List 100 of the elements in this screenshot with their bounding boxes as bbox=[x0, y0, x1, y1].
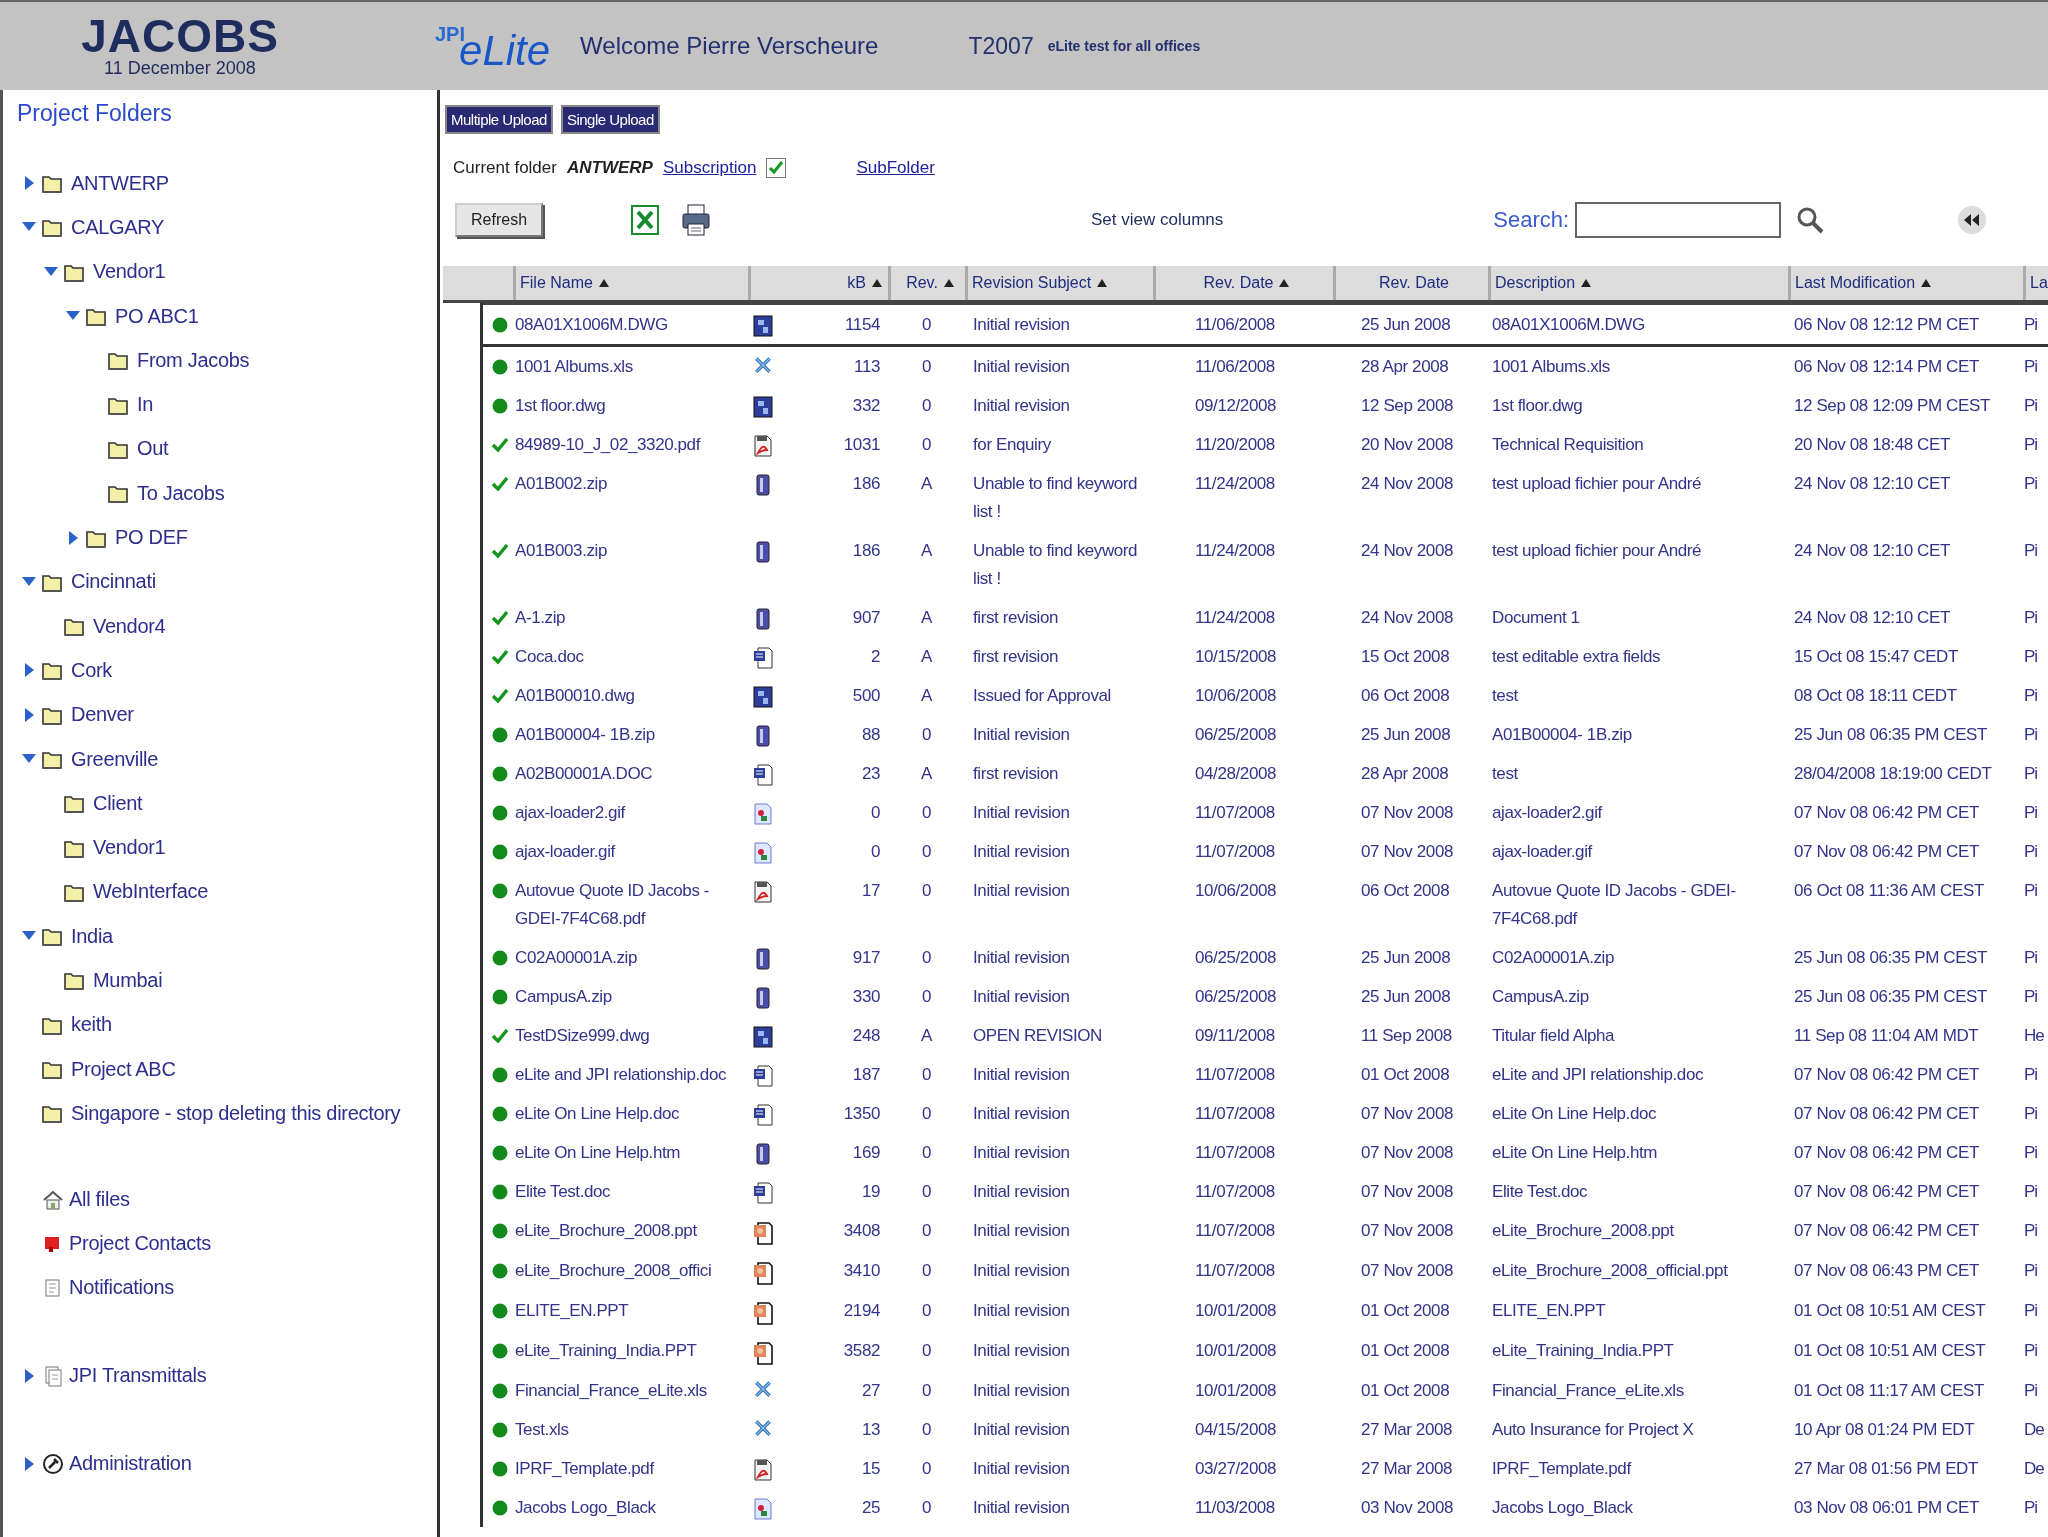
search-field[interactable] bbox=[1575, 202, 1782, 238]
table-row[interactable]: Jacobs Logo_Black 25 0 Initial revision 11/03/2008 03 Nov 2008 Jacobs Logo_Black 03 Nov 08 06:01 PM CET Pi bbox=[483, 1488, 2048, 1527]
table-row[interactable]: eLite_Training_India.PPT 3582 0 Initial revision 10/01/2008 01 Oct 2008 eLite_Training_India.PPT 01 Oct 08 10:51 AM CEST Pi bbox=[483, 1331, 2048, 1371]
sidebar-link[interactable]: All files bbox=[69, 1188, 130, 1212]
subfolder-link[interactable]: SubFolder bbox=[856, 158, 935, 178]
folder-label[interactable]: Greenville bbox=[71, 747, 159, 771]
folder-label[interactable]: Cincinnati bbox=[71, 570, 156, 594]
file-name[interactable]: Test.xls bbox=[513, 1416, 748, 1444]
table-row[interactable]: A01B00010.dwg 500 A Issued for Approval 10/06/2008 06 Oct 2008 test 08 Oct 08 18:11 CEDT Pi bbox=[483, 676, 2048, 715]
file-name[interactable]: eLite On Line Help.doc bbox=[513, 1100, 748, 1128]
file-name[interactable]: eLite_Brochure_2008_offici bbox=[513, 1257, 748, 1285]
folder-label[interactable]: PO DEF bbox=[115, 526, 188, 549]
folder-label[interactable]: keith bbox=[71, 1013, 112, 1037]
subscription-checkbox[interactable] bbox=[766, 158, 787, 178]
file-name[interactable]: Coca.doc bbox=[513, 643, 748, 671]
table-row[interactable]: CampusA.zip 330 0 Initial revision 06/25/2008 25 Jun 2008 CampusA.zip 25 Jun 08 06:35 PM CEST Pi bbox=[483, 977, 2048, 1016]
table-row[interactable]: Coca.doc 2 A first revision 10/15/2008 15 Oct 2008 test editable extra fields 15 Oct 08 15:47 CEDT Pi bbox=[483, 637, 2048, 676]
file-name[interactable]: eLite_Brochure_2008.ppt bbox=[513, 1217, 748, 1245]
set-view-columns-link[interactable]: Set view columns bbox=[1091, 210, 1224, 230]
file-name[interactable]: Autovue Quote ID Jacobs - GDEI-7F4C68.pdf bbox=[513, 877, 748, 933]
sidebar-link[interactable]: Administration bbox=[69, 1452, 192, 1476]
upload-button[interactable]: Multiple Upload bbox=[445, 105, 553, 134]
column-header[interactable]: Rev. Date bbox=[1379, 274, 1449, 292]
sort-arrow-icon[interactable] bbox=[1097, 279, 1108, 287]
file-name[interactable]: eLite and JPI relationship.doc bbox=[513, 1061, 748, 1089]
file-name[interactable]: IPRF_Template.pdf bbox=[513, 1455, 748, 1483]
file-name[interactable]: 08A01X1006M.DWG bbox=[513, 311, 748, 339]
file-name[interactable]: ajax-loader2.gif bbox=[513, 799, 748, 827]
table-row[interactable]: eLite and JPI relationship.doc 187 0 Initial revision 11/07/2008 01 Oct 2008 eLite and JPI relationship.doc 07 Nov 08 06:42 PM CET Pi bbox=[483, 1055, 2048, 1094]
folder-label[interactable]: WebInterface bbox=[93, 880, 208, 904]
file-name[interactable]: 84989-10_J_02_3320.pdf bbox=[513, 431, 748, 459]
file-name[interactable]: A01B003.zip bbox=[513, 537, 748, 565]
folder-label[interactable]: Mumbai bbox=[93, 969, 163, 992]
folder-label[interactable]: CALGARY bbox=[71, 215, 165, 239]
sort-arrow-icon[interactable] bbox=[1581, 279, 1592, 287]
file-name[interactable]: ELITE_EN.PPT bbox=[513, 1297, 748, 1325]
file-name[interactable]: Elite Test.doc bbox=[513, 1178, 748, 1206]
table-row[interactable]: 1st floor.dwg 332 0 Initial revision 09/12/2008 12 Sep 2008 1st floor.dwg 12 Sep 08 12:09 PM CEST Pi bbox=[483, 386, 2048, 425]
file-name[interactable]: A01B002.zip bbox=[513, 470, 748, 498]
table-row[interactable]: eLite_Brochure_2008_offici 3410 0 Initial revision 11/07/2008 07 Nov 2008 eLite_Brochure_2008_official.ppt 07 Nov 08 06:43 PM CET Pi bbox=[483, 1251, 2048, 1291]
sidebar-link[interactable]: Notifications bbox=[69, 1276, 175, 1300]
column-header[interactable]: Rev. Date bbox=[1203, 274, 1274, 292]
table-row[interactable]: 08A01X1006M.DWG 1154 0 Initial revision 11/06/2008 25 Jun 2008 08A01X1006M.DWG 06 Nov 08 12:12 PM CET Pi bbox=[483, 303, 2048, 347]
folder-label[interactable]: Out bbox=[137, 437, 169, 461]
search-icon[interactable] bbox=[1795, 205, 1826, 235]
refresh-button[interactable]: Refresh bbox=[455, 203, 544, 237]
table-row[interactable]: ajax-loader.gif 0 0 Initial revision 11/07/2008 07 Nov 2008 ajax-loader.gif 07 Nov 08 06:42 PM CET Pi bbox=[483, 832, 2048, 871]
table-row[interactable]: A-1.zip 907 A first revision 11/24/2008 24 Nov 2008 Document 1 24 Nov 08 12:10 CET Pi bbox=[483, 598, 2048, 637]
table-row[interactable]: A02B00001A.DOC 23 A first revision 04/28/2008 28 Apr 2008 test 28/04/2008 18:19:00 CEDT Pi bbox=[483, 754, 2048, 793]
sidebar-link[interactable]: JPI Transmittals bbox=[69, 1364, 207, 1388]
sort-arrow-icon[interactable] bbox=[598, 279, 609, 287]
file-name[interactable]: A01B00004- 1B.zip bbox=[513, 721, 748, 749]
table-row[interactable]: Elite Test.doc 19 0 Initial revision 11/07/2008 07 Nov 2008 Elite Test.doc 07 Nov 08 06:42 PM CET Pi bbox=[483, 1172, 2048, 1211]
folder-label[interactable]: Vendor1 bbox=[93, 836, 166, 860]
folder-label[interactable]: Cork bbox=[71, 658, 113, 682]
table-row[interactable]: Financial_France_eLite.xls 27 0 Initial revision 10/01/2008 01 Oct 2008 Financial_France_eLite.xls 01 Oct 08 11:17 AM CEST Pi bbox=[483, 1371, 2048, 1410]
table-row[interactable]: Test.xls 13 0 Initial revision 04/15/2008 27 Mar 2008 Auto Insurance for Project X 10 Apr 08 01:24 PM EDT De bbox=[483, 1410, 2048, 1449]
file-name[interactable]: 1st floor.dwg bbox=[513, 392, 748, 420]
spreadsheet-export-icon[interactable] bbox=[631, 205, 660, 235]
folder-label[interactable]: Singapore - stop deleting this directory bbox=[71, 1101, 401, 1125]
folder-label[interactable]: To Jacobs bbox=[137, 481, 225, 505]
file-name[interactable]: ajax-loader.gif bbox=[513, 838, 748, 866]
sort-arrow-icon[interactable] bbox=[943, 279, 954, 287]
folder-label[interactable]: Client bbox=[93, 791, 143, 815]
sort-arrow-icon[interactable] bbox=[1921, 279, 1932, 287]
file-name[interactable]: eLite_Training_India.PPT bbox=[513, 1337, 748, 1365]
file-name[interactable]: TestDSize999.dwg bbox=[513, 1022, 748, 1050]
folder-label[interactable]: From Jacobs bbox=[137, 348, 250, 372]
first-page-icon[interactable] bbox=[1957, 205, 1988, 235]
folder-label[interactable]: ANTWERP bbox=[71, 171, 169, 195]
table-row[interactable]: C02A00001A.zip 917 0 Initial revision 06/25/2008 25 Jun 2008 C02A00001A.zip 25 Jun 08 06:35 PM CEST Pi bbox=[483, 938, 2048, 977]
file-name[interactable]: Jacobs Logo_Black bbox=[513, 1494, 748, 1522]
file-name[interactable]: CampusA.zip bbox=[513, 983, 748, 1011]
file-name[interactable]: Financial_France_eLite.xls bbox=[513, 1377, 748, 1405]
file-name[interactable]: 1001 Albums.xls bbox=[513, 353, 748, 381]
table-row[interactable]: ajax-loader2.gif 0 0 Initial revision 11/07/2008 07 Nov 2008 ajax-loader2.gif 07 Nov 08 06:42 PM CET Pi bbox=[483, 793, 2048, 832]
table-row[interactable]: ELITE_EN.PPT 2194 0 Initial revision 10/01/2008 01 Oct 2008 ELITE_EN.PPT 01 Oct 08 10:51 AM CEST Pi bbox=[483, 1291, 2048, 1331]
table-row[interactable]: eLite_Brochure_2008.ppt 3408 0 Initial revision 11/07/2008 07 Nov 2008 eLite_Brochure_2008.ppt 07 Nov 08 06:42 PM CET Pi bbox=[483, 1211, 2048, 1251]
file-name[interactable]: eLite On Line Help.htm bbox=[513, 1139, 748, 1167]
table-row[interactable]: A01B00004- 1B.zip 88 0 Initial revision 06/25/2008 25 Jun 2008 A01B00004- 1B.zip 25 Jun 08 06:35 PM CEST Pi bbox=[483, 715, 2048, 754]
file-name[interactable]: C02A00001A.zip bbox=[513, 944, 748, 972]
folder-label[interactable]: Project ABC bbox=[71, 1057, 176, 1081]
folder-label[interactable]: PO ABC1 bbox=[115, 304, 199, 328]
folder-label[interactable]: Denver bbox=[71, 703, 134, 727]
column-header[interactable]: kB bbox=[847, 274, 866, 292]
file-name[interactable]: A01B00010.dwg bbox=[513, 682, 748, 710]
table-row[interactable]: 84989-10_J_02_3320.pdf 1031 0 for Enquiry 11/20/2008 20 Nov 2008 Technical Requisition 20 Nov 08 18:48 CET Pi bbox=[483, 425, 2048, 464]
column-header[interactable]: Rev. bbox=[906, 274, 938, 292]
table-row[interactable]: A01B003.zip 186 A Unable to find keyword list ! 11/24/2008 24 Nov 2008 test upload fichier pour André 24 Nov 08 12:10 CET Pi bbox=[483, 531, 2048, 598]
file-name[interactable]: A02B00001A.DOC bbox=[513, 760, 748, 788]
table-row[interactable]: Autovue Quote ID Jacobs - GDEI-7F4C68.pdf 17 0 Initial revision 10/06/2008 06 Oct 2008 Autovue Quote ID Jacobs - GDEI-7F4C68.pdf 06 Oct 08 11:36 AM CEST Pi bbox=[483, 871, 2048, 938]
column-header[interactable]: Last Modification bbox=[1795, 274, 1916, 292]
table-row[interactable]: A01B002.zip 186 A Unable to find keyword list ! 11/24/2008 24 Nov 2008 test upload fichier pour André 24 Nov 08 12:10 CET Pi bbox=[483, 464, 2048, 531]
upload-button[interactable]: Single Upload bbox=[560, 105, 660, 134]
column-header[interactable]: La bbox=[2030, 274, 2048, 292]
sidebar-link[interactable]: Project Contacts bbox=[69, 1232, 211, 1256]
table-row[interactable]: 1001 Albums.xls 113 0 Initial revision 11/06/2008 28 Apr 2008 1001 Albums.xls 06 Nov 08 12:14 PM CET Pi bbox=[483, 347, 2048, 386]
table-row[interactable]: eLite On Line Help.htm 169 0 Initial revision 11/07/2008 07 Nov 2008 eLite On Line Help.htm 07 Nov 08 06:42 PM CET Pi bbox=[483, 1133, 2048, 1172]
sort-arrow-icon[interactable] bbox=[872, 279, 882, 287]
printer-icon[interactable] bbox=[681, 204, 712, 236]
